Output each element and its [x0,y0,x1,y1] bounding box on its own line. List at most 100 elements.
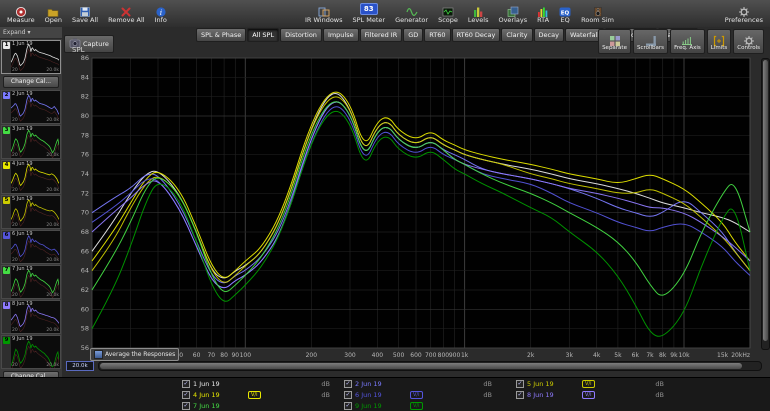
vertical-scrollbar[interactable] [761,58,770,350]
measurement-number-badge: 5 [3,197,10,204]
vi-button[interactable]: V/i [582,391,595,399]
db-label: dB [655,380,664,388]
spl-meter-button[interactable]: 83 SPL Meter [348,0,391,27]
eq-button[interactable]: EQ EQ [554,0,576,27]
legend-name: 6 Jun 19 [355,391,382,399]
legend-checkbox[interactable]: ✓ [182,380,190,388]
scope-label: Scope [438,16,458,24]
measurement-thumb-1[interactable]: 11 Jun 19 20 20.0k [1,40,61,74]
toolbar-right-group: IR Windows 83 SPL Meter Generator Scope Level… [300,0,619,27]
measurement-thumb-2[interactable]: 22 Jun 19 20 20.0k [1,90,61,124]
svg-text:600: 600 [410,352,422,359]
open-icon [47,3,59,17]
axis-value-box[interactable]: 20.0k [66,361,94,371]
measurement-name: 7 Jun 19 [12,266,33,272]
thumb-range-end: 20.0k [46,328,59,333]
legend-entry-6-jun-19: ✓ 6 Jun 19 V/i dB [344,391,492,399]
info-button[interactable]: i Info [150,0,172,27]
thumb-range-start: 20 [12,223,18,228]
expand-control[interactable]: Expand ▾ [0,27,62,39]
svg-text:72: 72 [81,189,89,197]
legend-entry-4-jun-19: ✓ 4 Jun 19 V/i dB [182,391,330,399]
legend-name: 2 Jun 19 [355,380,382,388]
vi-button[interactable]: V/i [582,380,595,388]
room-sim-button[interactable]: Room Sim [576,0,619,27]
measurement-name: 1 Jun 19 [12,41,33,47]
measurement-thumb-9[interactable]: 99 Jun 19 20 20.0k [1,335,61,369]
measurement-number-column: 1 [2,41,11,73]
horizontal-scrollbar[interactable] [98,361,762,371]
measurement-thumb-5[interactable]: 55 Jun 19 20 20.0k [1,195,61,229]
hscroll-thumb[interactable] [100,363,743,369]
thumb-range-end: 20.0k [46,223,59,228]
legend-row: ✓ 4 Jun 19 V/i dB ✓ 6 Jun 19 V/i dB ✓ 8 Jun 19 V/i… [0,389,770,400]
svg-text:900: 900 [449,352,461,359]
svg-text:2k: 2k [527,352,535,359]
measurement-thumb-6[interactable]: 66 Jun 19 20 20.0k [1,230,61,264]
legend-name: 9 Jun 19 [355,402,382,410]
vi-button[interactable]: V/i [410,391,423,399]
vi-button[interactable]: V/i [410,402,423,410]
spl-chart[interactable]: 5658606264666870727476788082848630405060… [66,40,756,362]
svg-text:9k: 9k [670,352,678,359]
generator-button[interactable]: Generator [390,0,433,27]
remove-all-label: Remove All [108,16,145,24]
svg-text:3k: 3k [566,352,574,359]
svg-text:76: 76 [81,151,89,159]
vscroll-thumb[interactable] [763,60,768,342]
legend-checkbox[interactable]: ✓ [344,402,352,410]
legend-checkbox[interactable]: ✓ [182,402,190,410]
measurement-thumb-7[interactable]: 77 Jun 19 20 20.0k [1,265,61,299]
legend-entry-8-jun-19: ✓ 8 Jun 19 V/i dB [516,391,664,399]
legend-checkbox[interactable]: ✓ [344,380,352,388]
measurement-thumb-3[interactable]: 33 Jun 19 20 20.0k [1,125,61,159]
preferences-button[interactable]: Preferences [720,0,768,27]
legend-checkbox[interactable]: ✓ [516,380,524,388]
legend-entry-5-jun-19: ✓ 5 Jun 19 V/i dB [516,380,664,388]
svg-text:15k: 15k [717,352,729,359]
measurement-number-badge: 9 [3,337,10,344]
remove-all-button[interactable]: Remove All [103,0,150,27]
svg-text:8k: 8k [659,352,667,359]
vi-button[interactable]: V/i [248,391,261,399]
generator-icon [406,3,418,16]
thumb-range-start: 20 [12,363,18,368]
change-cal-button[interactable]: Change Cal... [3,76,59,88]
measurement-name: 3 Jun 19 [12,126,33,132]
save-all-icon [79,3,91,17]
svg-text:5k: 5k [614,352,622,359]
measurement-sparkline: 5 Jun 19 20 20.0k [11,196,60,228]
svg-text:400: 400 [372,352,384,359]
measurement-list: 11 Jun 19 20 20.0k Change Cal... 2 2 Jun 19 20… [0,40,62,383]
legend-entry-9-jun-19: ✓ 9 Jun 19 V/i [344,402,492,410]
legend-checkbox[interactable]: ✓ [344,391,352,399]
scope-button[interactable]: Scope [433,0,463,27]
overlays-button[interactable]: Overlays [493,0,532,27]
svg-text:70: 70 [81,209,89,217]
average-responses-button[interactable]: Average the Responses [90,348,180,361]
open-button[interactable]: Open [40,0,67,27]
save-all-button[interactable]: Save All [67,0,103,27]
measurement-number-badge: 2 [3,92,10,99]
measure-button[interactable]: Measure [2,0,40,27]
measurement-thumb-8[interactable]: 88 Jun 19 20 20.0k [1,300,61,334]
rta-button[interactable]: RTA [532,0,554,27]
svg-text:56: 56 [81,344,89,352]
levels-button[interactable]: Levels [463,0,494,27]
legend-name: 4 Jun 19 [193,391,220,399]
measurement-number-badge: 7 [3,267,10,274]
measurement-number-column: 7 [2,266,11,298]
rta-label: RTA [537,16,550,24]
svg-text:82: 82 [81,93,89,101]
thumb-range-start: 20 [12,153,18,158]
chevron-down-icon: ▾ [27,29,31,36]
measurement-number-badge: 3 [3,127,10,134]
ir-windows-button[interactable]: IR Windows [300,0,348,27]
measurement-name: 6 Jun 19 [12,231,33,237]
measurement-thumb-4[interactable]: 44 Jun 19 20 20.0k [1,160,61,194]
legend-checkbox[interactable]: ✓ [516,391,524,399]
eq-icon: EQ [559,3,571,17]
svg-text:700: 700 [425,352,437,359]
legend-checkbox[interactable]: ✓ [182,391,190,399]
ir-windows-icon [318,3,330,17]
